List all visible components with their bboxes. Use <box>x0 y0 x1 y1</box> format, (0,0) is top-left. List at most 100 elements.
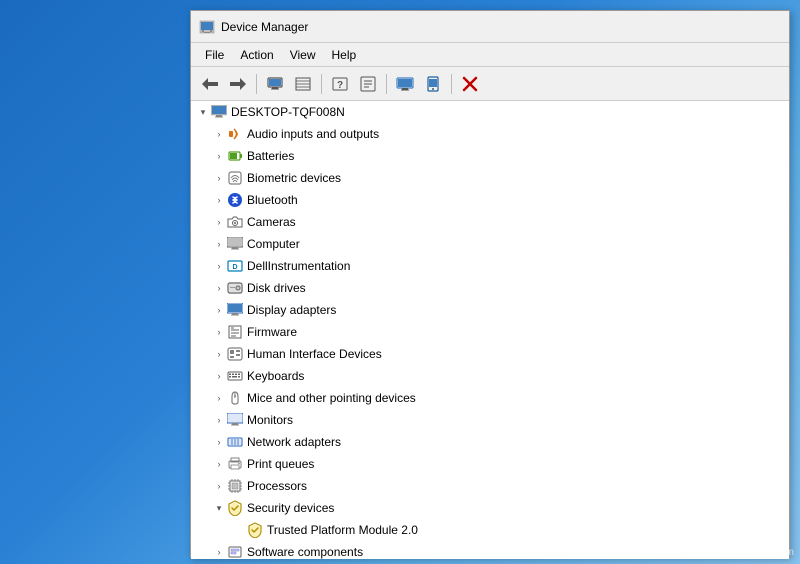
print-label: Print queues <box>247 457 314 471</box>
display-icon <box>227 302 243 318</box>
toolbar-sep-3 <box>386 74 387 94</box>
toolbar-sep-1 <box>256 74 257 94</box>
display-expander[interactable]: › <box>211 302 227 318</box>
computer-expander[interactable]: › <box>211 236 227 252</box>
bluetooth-label: Bluetooth <box>247 193 298 207</box>
tree-item-cameras[interactable]: › Cameras <box>191 211 789 233</box>
firmware-icon <box>227 324 243 340</box>
software-components-label: Software components <box>247 545 363 559</box>
tpm-icon <box>247 522 263 538</box>
tree-item-mice[interactable]: › Mice and other pointing devices <box>191 387 789 409</box>
cameras-label: Cameras <box>247 215 296 229</box>
dell-expander[interactable]: › <box>211 258 227 274</box>
firmware-label: Firmware <box>247 325 297 339</box>
disk-expander[interactable]: › <box>211 280 227 296</box>
disk-icon <box>227 280 243 296</box>
hid-icon <box>227 346 243 362</box>
menu-view[interactable]: View <box>284 46 322 64</box>
menu-help[interactable]: Help <box>326 46 363 64</box>
hid-label: Human Interface Devices <box>247 347 382 361</box>
tree-item-tpm[interactable]: › Trusted Platform Module 2.0 <box>191 519 789 541</box>
bluetooth-icon <box>227 192 243 208</box>
tree-item-print[interactable]: › Print queues <box>191 453 789 475</box>
toolbar-back-button[interactable] <box>197 71 223 97</box>
print-icon <box>227 456 243 472</box>
print-expander[interactable]: › <box>211 456 227 472</box>
toolbar-list-button[interactable] <box>290 71 316 97</box>
security-label: Security devices <box>247 501 334 515</box>
keyboards-icon <box>227 368 243 384</box>
toolbar-uninstall-button[interactable] <box>457 71 483 97</box>
tree-item-security[interactable]: ▾ Security devices <box>191 497 789 519</box>
menu-file[interactable]: File <box>199 46 230 64</box>
disk-label: Disk drives <box>247 281 306 295</box>
security-icon <box>227 500 243 516</box>
toolbar-computer-button[interactable] <box>262 71 288 97</box>
menu-action[interactable]: Action <box>234 46 279 64</box>
tree-item-monitors[interactable]: › Monitors <box>191 409 789 431</box>
tree-item-network[interactable]: › Network adapters <box>191 431 789 453</box>
cameras-icon <box>227 214 243 230</box>
tree-item-dell[interactable]: › D DellInstrumentation <box>191 255 789 277</box>
firmware-expander[interactable]: › <box>211 324 227 340</box>
bluetooth-expander[interactable]: › <box>211 192 227 208</box>
computer-icon <box>211 104 227 120</box>
display-label: Display adapters <box>247 303 336 317</box>
biometric-label: Biometric devices <box>247 171 341 185</box>
tree-item-software-components[interactable]: › Software components <box>191 541 789 559</box>
root-expander[interactable]: ▾ <box>195 104 211 120</box>
tree-item-bluetooth[interactable]: › Bluetooth <box>191 189 789 211</box>
title-bar: Device Manager <box>191 11 789 43</box>
biometric-icon <box>227 170 243 186</box>
audio-label: Audio inputs and outputs <box>247 127 379 141</box>
tree-item-keyboards[interactable]: › Keyboards <box>191 365 789 387</box>
toolbar-help-button[interactable]: ? <box>327 71 353 97</box>
tree-view[interactable]: ▾ DESKTOP-TQF008N › Audio <box>191 101 789 559</box>
processors-expander[interactable]: › <box>211 478 227 494</box>
tree-item-computer[interactable]: › Computer <box>191 233 789 255</box>
processors-icon <box>227 478 243 494</box>
svg-text:D: D <box>232 264 237 271</box>
monitors-icon <box>227 412 243 428</box>
root-label: DESKTOP-TQF008N <box>231 105 345 119</box>
cameras-expander[interactable]: › <box>211 214 227 230</box>
mice-icon <box>227 390 243 406</box>
batteries-expander[interactable]: › <box>211 148 227 164</box>
tree-root[interactable]: ▾ DESKTOP-TQF008N <box>191 101 789 123</box>
keyboards-label: Keyboards <box>247 369 304 383</box>
dell-icon: D <box>227 258 243 274</box>
toolbar-forward-button[interactable] <box>225 71 251 97</box>
network-label: Network adapters <box>247 435 341 449</box>
batteries-label: Batteries <box>247 149 294 163</box>
toolbar-sep-4 <box>451 74 452 94</box>
tree-item-hid[interactable]: › Human Interface Devices <box>191 343 789 365</box>
audio-expander[interactable]: › <box>211 126 227 142</box>
dell-label: DellInstrumentation <box>247 259 350 273</box>
tree-item-display[interactable]: › Display adapters <box>191 299 789 321</box>
security-expander[interactable]: ▾ <box>211 500 227 516</box>
menu-bar: File Action View Help <box>191 43 789 67</box>
batteries-icon <box>227 148 243 164</box>
tree-item-disk[interactable]: › Disk drives <box>191 277 789 299</box>
network-expander[interactable]: › <box>211 434 227 450</box>
monitors-expander[interactable]: › <box>211 412 227 428</box>
toolbar-monitor-button[interactable] <box>392 71 418 97</box>
computer-icon <box>227 236 243 252</box>
tree-item-processors[interactable]: › Proces <box>191 475 789 497</box>
hid-expander[interactable]: › <box>211 346 227 362</box>
mice-label: Mice and other pointing devices <box>247 391 416 405</box>
monitors-label: Monitors <box>247 413 293 427</box>
biometric-expander[interactable]: › <box>211 170 227 186</box>
toolbar: ? <box>191 67 789 101</box>
toolbar-device-button[interactable] <box>420 71 446 97</box>
toolbar-properties-button[interactable] <box>355 71 381 97</box>
tree-item-audio[interactable]: › Audio inputs and outputs <box>191 123 789 145</box>
toolbar-sep-2 <box>321 74 322 94</box>
software-components-expander[interactable]: › <box>211 544 227 559</box>
keyboards-expander[interactable]: › <box>211 368 227 384</box>
tree-item-firmware[interactable]: › Firmware <box>191 321 789 343</box>
window-title: Device Manager <box>221 20 781 34</box>
tree-item-biometric[interactable]: › Biometric devices <box>191 167 789 189</box>
mice-expander[interactable]: › <box>211 390 227 406</box>
tree-item-batteries[interactable]: › Batteries <box>191 145 789 167</box>
